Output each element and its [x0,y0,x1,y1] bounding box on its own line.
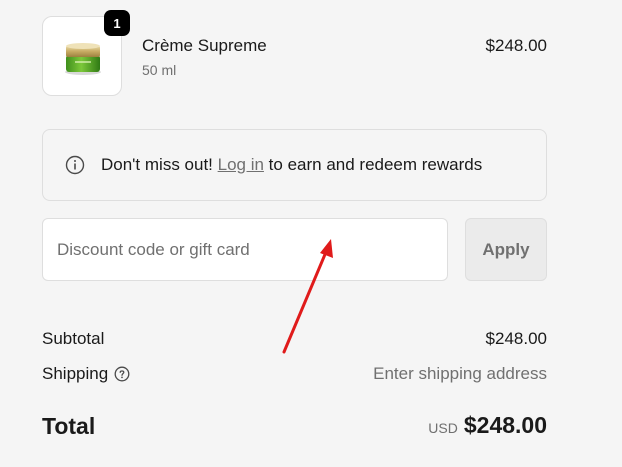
rewards-lead-text: Don't miss out! [101,155,218,174]
order-summary-panel: 1 Crème Supreme 50 ml $248.00 Don't miss… [0,0,622,467]
discount-code-input[interactable] [42,218,448,281]
shipping-value: Enter shipping address [373,364,547,383]
total-label: Total [42,413,96,439]
product-price: $248.00 [485,36,547,55]
cream-jar-icon [65,43,101,75]
help-circle-icon[interactable] [114,366,130,382]
total-value: USD $248.00 [428,412,547,439]
subtotal-label: Subtotal [42,329,105,348]
quantity-badge: 1 [104,10,130,36]
line-item: 1 Crème Supreme 50 ml $248.00 [42,10,547,98]
total-currency: USD [428,420,458,436]
login-link[interactable]: Log in [218,155,264,174]
shipping-label: Shipping [42,364,109,383]
rewards-banner: Don't miss out! Log in to earn and redee… [42,129,547,201]
shipping-row-label: Shipping [42,364,130,384]
total-amount: $248.00 [463,412,547,438]
subtotal-value: $248.00 [485,329,547,348]
info-icon [65,155,85,175]
rewards-message: Don't miss out! Log in to earn and redee… [101,155,482,175]
apply-discount-button[interactable]: Apply [465,218,547,281]
product-variant: 50 ml [142,62,177,78]
rewards-trail-text: to earn and redeem rewards [263,155,483,174]
product-name: Crème Supreme [142,36,267,55]
